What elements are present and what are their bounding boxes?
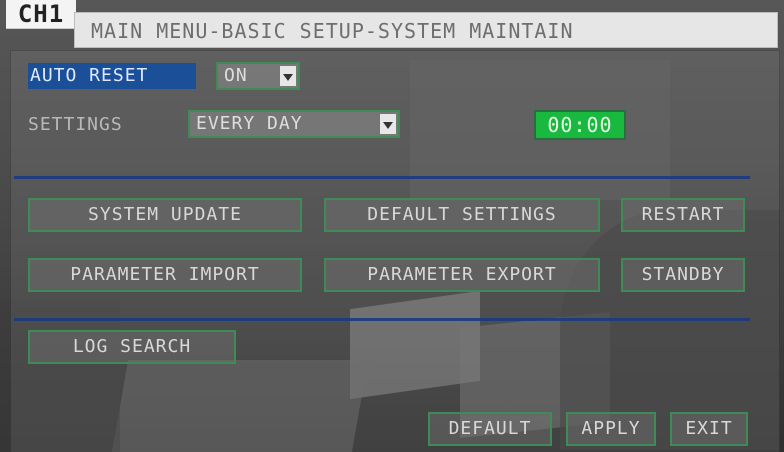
settings-select[interactable]: EVERY DAY <box>188 110 400 138</box>
dropdown-caret-down-icon[interactable] <box>280 66 296 86</box>
channel-logo: CH1 <box>6 0 76 29</box>
default-button[interactable]: DEFAULT <box>428 412 552 446</box>
restart-button[interactable]: RESTART <box>621 198 745 232</box>
parameter-import-button[interactable]: PARAMETER IMPORT <box>28 258 302 292</box>
apply-button[interactable]: APPLY <box>566 412 656 446</box>
section-divider-top <box>14 176 750 179</box>
settings-value: EVERY DAY <box>196 113 303 134</box>
exit-button[interactable]: EXIT <box>670 412 748 446</box>
log-search-button[interactable]: LOG SEARCH <box>28 330 236 364</box>
auto-reset-select[interactable]: ON <box>216 62 300 90</box>
reset-time-field[interactable]: 00:00 <box>534 110 626 140</box>
default-settings-button[interactable]: DEFAULT SETTINGS <box>324 198 600 232</box>
standby-button[interactable]: STANDBY <box>621 258 745 292</box>
section-divider-bottom <box>14 318 750 321</box>
settings-label: SETTINGS <box>28 114 123 135</box>
auto-reset-value: ON <box>224 65 248 86</box>
system-update-button[interactable]: SYSTEM UPDATE <box>28 198 302 232</box>
dropdown-caret-down-icon[interactable] <box>380 114 396 134</box>
dvr-menu-screen: CH1 MAIN MENU-BASIC SETUP-SYSTEM MAINTAI… <box>0 0 784 452</box>
parameter-export-button[interactable]: PARAMETER EXPORT <box>324 258 600 292</box>
auto-reset-label: AUTO RESET <box>28 63 196 89</box>
menu-title: MAIN MENU-BASIC SETUP-SYSTEM MAINTAIN <box>74 12 778 48</box>
